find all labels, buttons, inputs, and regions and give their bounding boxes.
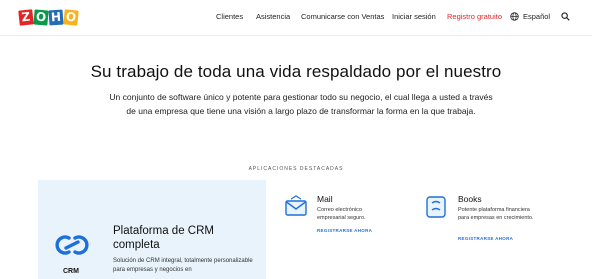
mail-app-card[interactable]: Mail Correo electrónico empresarial segu…: [266, 180, 408, 279]
nav-link-free-signup[interactable]: Registro gratuito: [447, 12, 502, 21]
logo-letter-z: Z: [18, 9, 34, 26]
logo-letter-h: H: [48, 9, 64, 26]
zoho-logo[interactable]: Z O H O: [18, 9, 79, 26]
mail-icon: [285, 195, 307, 216]
featured-apps-label: APLICACIONES DESTACADAS: [248, 166, 344, 172]
mail-app-name[interactable]: Mail: [317, 194, 333, 204]
top-navbar: Z O H O Clientes Asistencia Comunicarse …: [0, 0, 592, 36]
crm-title[interactable]: Plataforma de CRM completa: [113, 224, 263, 252]
globe-icon[interactable]: [510, 12, 519, 21]
books-app-card[interactable]: Books Potente plataforma financiera para…: [408, 180, 592, 279]
mail-app-description: Correo electrónico empresarial seguro.: [317, 207, 366, 221]
books-app-name[interactable]: Books: [458, 194, 482, 204]
logo-letter-o-2: O: [63, 9, 79, 26]
mail-signup-link[interactable]: REGISTRARSE AHORA: [317, 228, 372, 233]
language-selector[interactable]: Español: [523, 12, 550, 21]
books-icon: [426, 196, 446, 218]
crm-icon: [55, 235, 89, 255]
crm-label: CRM: [63, 268, 79, 275]
logo-letter-o: O: [33, 9, 49, 26]
nav-link-clientes[interactable]: Clientes: [216, 12, 243, 21]
books-app-description: Potente plataforma financiera para empre…: [458, 207, 534, 221]
search-icon[interactable]: [561, 12, 570, 21]
books-signup-link[interactable]: REGISTRARSE AHORA: [458, 236, 513, 241]
hero-description: Un conjunto de software único y potente …: [109, 92, 493, 116]
nav-link-sign-in[interactable]: Iniciar sesión: [392, 12, 436, 21]
nav-link-contact-sales[interactable]: Comunicarse con Ventas: [301, 12, 384, 21]
hero-title: Su trabajo de toda una vida respaldado p…: [90, 62, 502, 81]
crm-description: Solución de CRM integral, totalmente per…: [113, 258, 253, 273]
nav-link-asistencia[interactable]: Asistencia: [256, 12, 290, 21]
